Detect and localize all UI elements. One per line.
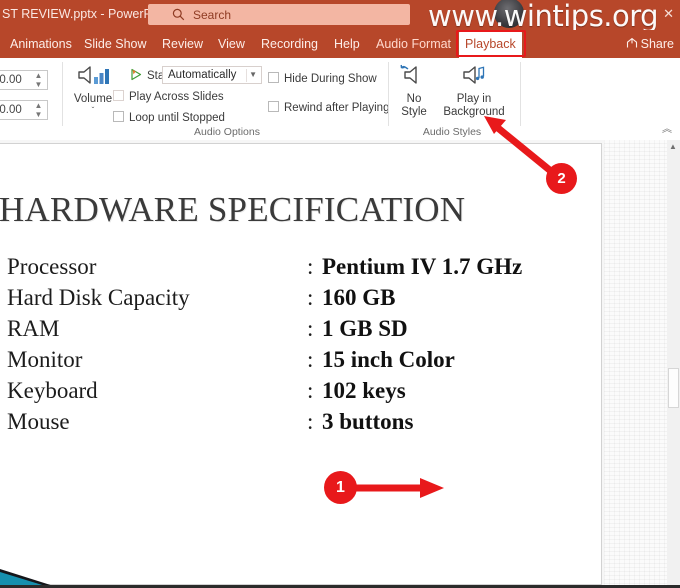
scroll-up-icon[interactable]: ▲ — [669, 142, 677, 151]
watermark-avatar — [494, 0, 524, 28]
volume-speaker-icon — [76, 66, 110, 92]
playback-tab-highlight — [456, 30, 526, 57]
share-icon — [626, 31, 638, 59]
scrollbar-thumb[interactable] — [668, 368, 679, 408]
tab-review[interactable]: Review — [156, 30, 209, 58]
chevron-down-icon[interactable]: ▼ — [249, 70, 257, 79]
checkbox-loop-until-stopped[interactable]: Loop until Stopped — [113, 111, 225, 124]
play-in-background-button[interactable]: Play in Background — [437, 62, 511, 118]
checkbox-label: Hide During Show — [284, 73, 377, 85]
volume-label: Volume — [73, 93, 113, 105]
slide-work-area: HARDWARE SPECIFICATION Processor : Penti… — [0, 140, 680, 588]
start-value: Automatically — [168, 69, 237, 81]
spec-name: Mouse — [7, 409, 70, 434]
search-placeholder: Search — [193, 8, 232, 22]
spec-name: Hard Disk Capacity — [7, 285, 190, 310]
tab-view[interactable]: View — [212, 30, 251, 58]
no-style-label-2: Style — [401, 105, 427, 118]
tab-recording[interactable]: Recording — [255, 30, 324, 58]
search-icon — [172, 8, 185, 21]
spec-row[interactable]: RAM : 1 GB SD — [0, 316, 595, 347]
volume-button[interactable]: Volume ˇ — [70, 62, 116, 115]
spec-value: Pentium IV 1.7 GHz — [322, 254, 523, 279]
ribbon: 00.00 ▲▼ 00.00 ▲▼ Volume ˇ — [0, 58, 680, 141]
spec-name: Keyboard — [7, 378, 98, 403]
spec-colon: : — [307, 347, 314, 372]
spec-value: 102 keys — [322, 378, 406, 403]
spec-colon: : — [307, 409, 314, 434]
play-green-icon — [130, 68, 143, 84]
checkbox-label: Loop until Stopped — [129, 112, 225, 124]
spec-row[interactable]: Monitor : 15 inch Color — [0, 347, 595, 378]
fade-in-spinner[interactable]: 00.00 ▲▼ — [0, 70, 48, 90]
tab-slide-show[interactable]: Slide Show — [78, 30, 153, 58]
annotation-badge-2: 2 — [546, 163, 577, 194]
play-background-speaker-icon — [459, 66, 489, 92]
tab-audio-format[interactable]: Audio Format — [370, 30, 457, 58]
group-label-audio-styles: Audio Styles — [422, 126, 482, 138]
fade-out-stepper-icon[interactable]: ▲ ▼ — [34, 101, 43, 119]
spec-colon: : — [307, 378, 314, 403]
fade-out-value: 00.00 — [0, 104, 22, 116]
spec-name: RAM — [7, 316, 60, 341]
start-dropdown[interactable]: Automatically ▼ — [162, 66, 262, 84]
spec-row[interactable]: Keyboard : 102 keys — [0, 378, 595, 409]
spec-value: 3 buttons — [322, 409, 414, 434]
search-input[interactable]: Search — [148, 4, 410, 25]
spec-value: 1 GB SD — [322, 316, 408, 341]
combo-divider — [246, 69, 247, 82]
tab-animations[interactable]: Animations — [4, 30, 78, 58]
play-background-label-2: Background — [443, 105, 505, 118]
spec-colon: : — [307, 316, 314, 341]
spec-colon: : — [307, 285, 314, 310]
checkbox-label: Rewind after Playing — [284, 102, 390, 114]
spec-value: 160 GB — [322, 285, 396, 310]
checkbox-box[interactable] — [113, 90, 124, 101]
ribbon-divider — [388, 62, 389, 126]
spec-row[interactable]: Mouse : 3 buttons — [0, 409, 595, 440]
checkbox-rewind-after-playing[interactable]: Rewind after Playing — [268, 101, 389, 114]
spec-value: 15 inch Color — [322, 347, 455, 372]
share-button[interactable]: Share — [626, 30, 674, 58]
tab-help[interactable]: Help — [328, 30, 366, 58]
no-style-label-1: No — [406, 93, 422, 105]
spec-colon: : — [307, 254, 314, 279]
close-icon[interactable]: ✕ — [663, 6, 674, 22]
slide-canvas[interactable]: HARDWARE SPECIFICATION Processor : Penti… — [0, 143, 602, 585]
fade-in-value: 00.00 — [0, 74, 22, 86]
share-label: Share — [640, 37, 674, 51]
checkbox-play-across-slides[interactable]: Play Across Slides — [113, 90, 224, 103]
fade-out-spinner[interactable]: 00.00 ▲▼ — [0, 100, 48, 120]
spec-list: Processor : Pentium IV 1.7 GHz Hard Disk… — [0, 254, 595, 440]
play-background-label-1: Play in — [456, 93, 492, 105]
ribbon-tab-strip: Animations Slide Show Review View Record… — [0, 30, 680, 58]
checkbox-box[interactable] — [113, 111, 124, 122]
checkbox-box[interactable] — [268, 72, 279, 83]
slide-title[interactable]: HARDWARE SPECIFICATION — [0, 190, 529, 230]
group-label-audio-options: Audio Options — [194, 126, 260, 138]
spec-row[interactable]: Hard Disk Capacity : 160 GB — [0, 285, 595, 316]
chevron-down-icon[interactable]: ˇ — [70, 106, 116, 115]
checkbox-hide-during-show[interactable]: Hide During Show — [268, 72, 377, 85]
ribbon-divider — [62, 62, 63, 126]
checkbox-label: Play Across Slides — [129, 91, 224, 103]
document-title: ST REVIEW.pptx - PowerPoint — [2, 7, 172, 21]
chevron-up-icon[interactable]: ︽ — [662, 120, 672, 135]
vertical-scrollbar[interactable]: ▲ — [667, 140, 680, 588]
ribbon-divider — [520, 62, 521, 126]
no-style-button[interactable]: No Style — [392, 62, 436, 118]
checkbox-box[interactable] — [268, 101, 279, 112]
powerpoint-window: ST REVIEW.pptx - PowerPoint Search ✕ www… — [0, 0, 680, 588]
no-style-speaker-icon — [399, 64, 429, 92]
spec-name: Processor — [7, 254, 97, 279]
title-bar: ST REVIEW.pptx - PowerPoint Search ✕ www… — [0, 0, 680, 33]
spec-row[interactable]: Processor : Pentium IV 1.7 GHz — [0, 254, 595, 285]
annotation-badge-1: 1 — [324, 471, 357, 504]
spec-name: Monitor — [7, 347, 83, 372]
fade-in-stepper-icon[interactable]: ▲ ▼ — [34, 71, 43, 89]
